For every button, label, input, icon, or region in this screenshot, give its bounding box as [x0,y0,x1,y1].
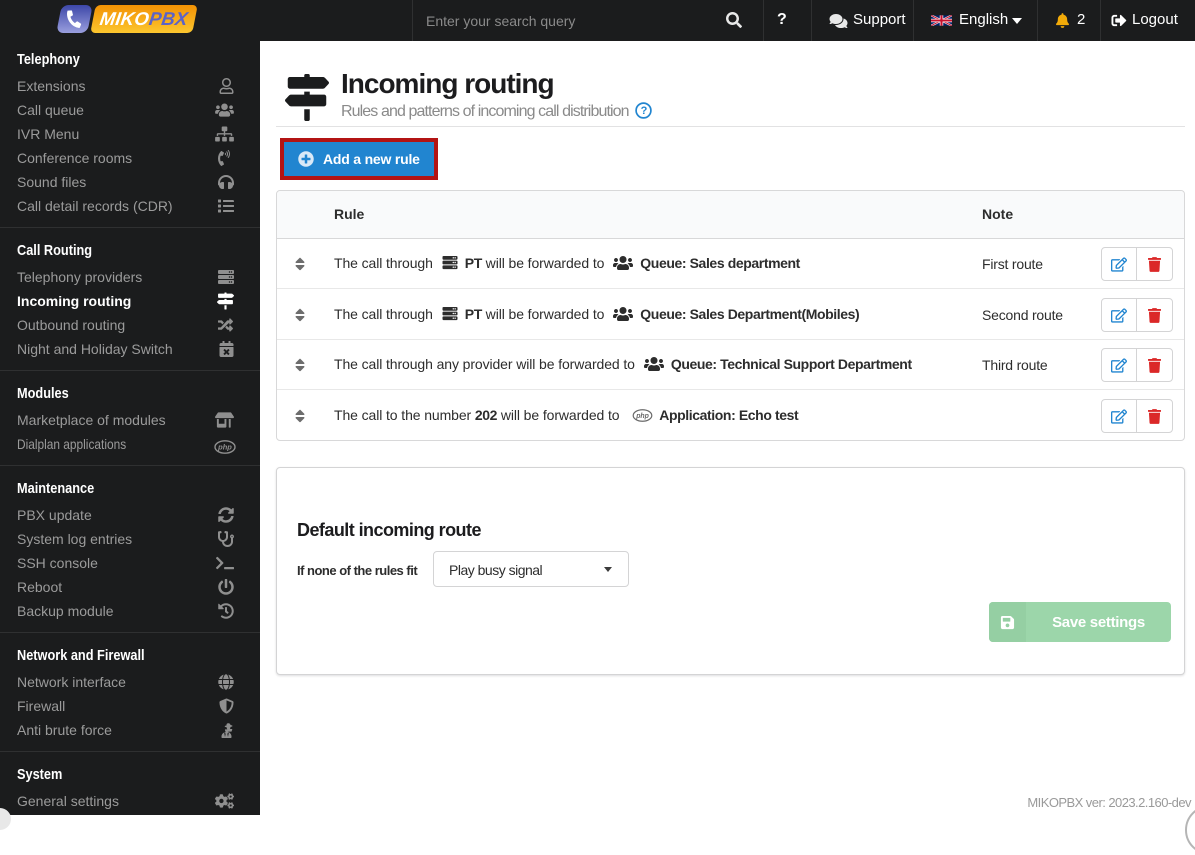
svg-text:php: php [217,443,232,452]
svg-text:php: php [636,413,650,420]
svg-text:?: ? [640,105,647,117]
